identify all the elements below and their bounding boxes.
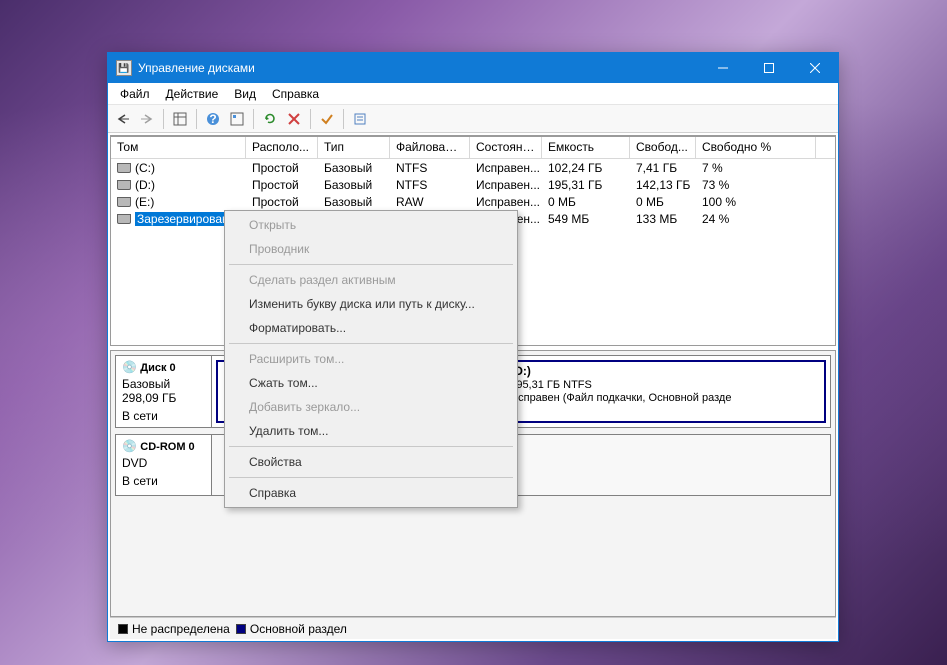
cell: 0 МБ bbox=[542, 195, 630, 209]
help-icon[interactable]: ? bbox=[202, 108, 224, 130]
cell: 73 % bbox=[696, 178, 816, 192]
disk-label: 💿 Диск 0Базовый298,09 ГБВ сети bbox=[116, 356, 212, 427]
delete-icon[interactable] bbox=[283, 108, 305, 130]
cell: Базовый bbox=[318, 195, 390, 209]
check-icon[interactable] bbox=[316, 108, 338, 130]
cell: 7,41 ГБ bbox=[630, 161, 696, 175]
cell: NTFS bbox=[390, 161, 470, 175]
ctx-delete[interactable]: Удалить том... bbox=[227, 419, 515, 443]
ctx-explorer[interactable]: Проводник bbox=[227, 237, 515, 261]
menu-help[interactable]: Справка bbox=[264, 85, 327, 103]
cell: (D:) bbox=[111, 178, 246, 192]
ctx-mirror[interactable]: Добавить зеркало... bbox=[227, 395, 515, 419]
ctx-format[interactable]: Форматировать... bbox=[227, 316, 515, 340]
close-button[interactable] bbox=[792, 53, 838, 83]
cell: 142,13 ГБ bbox=[630, 178, 696, 192]
menu-file[interactable]: Файл bbox=[112, 85, 158, 103]
cell: Исправен... bbox=[470, 195, 542, 209]
cell: Исправен... bbox=[470, 178, 542, 192]
legend: Не распределена Основной раздел bbox=[110, 617, 836, 639]
column-header[interactable]: Располо... bbox=[246, 137, 318, 158]
menu-view[interactable]: Вид bbox=[226, 85, 264, 103]
disk-label: 💿 CD-ROM 0DVDВ сети bbox=[116, 435, 212, 495]
column-header[interactable]: Том bbox=[111, 137, 246, 158]
cell: 195,31 ГБ bbox=[542, 178, 630, 192]
window-title: Управление дисками bbox=[138, 61, 700, 75]
context-menu: Открыть Проводник Сделать раздел активны… bbox=[224, 210, 518, 508]
column-header[interactable]: Тип bbox=[318, 137, 390, 158]
back-icon[interactable] bbox=[112, 108, 134, 130]
column-header[interactable]: Емкость bbox=[542, 137, 630, 158]
ctx-open[interactable]: Открыть bbox=[227, 213, 515, 237]
column-header[interactable]: Состояние bbox=[470, 137, 542, 158]
cell: Базовый bbox=[318, 161, 390, 175]
menu-action[interactable]: Действие bbox=[158, 85, 227, 103]
minimize-button[interactable] bbox=[700, 53, 746, 83]
cell: Исправен... bbox=[470, 161, 542, 175]
cell: Простой bbox=[246, 178, 318, 192]
cell: NTFS bbox=[390, 178, 470, 192]
ctx-help[interactable]: Справка bbox=[227, 481, 515, 505]
titlebar[interactable]: 💾 Управление дисками bbox=[108, 53, 838, 83]
volume-row[interactable]: (E:)ПростойБазовыйRAWИсправен...0 МБ0 МБ… bbox=[111, 193, 835, 210]
drive-icon bbox=[117, 163, 131, 173]
legend-primary: Основной раздел bbox=[236, 622, 347, 636]
ctx-props[interactable]: Свойства bbox=[227, 450, 515, 474]
ctx-letter[interactable]: Изменить букву диска или путь к диску... bbox=[227, 292, 515, 316]
legend-unallocated: Не распределена bbox=[118, 622, 230, 636]
cell: Базовый bbox=[318, 178, 390, 192]
svg-text:?: ? bbox=[209, 112, 216, 126]
forward-icon[interactable] bbox=[136, 108, 158, 130]
cell: 100 % bbox=[696, 195, 816, 209]
table-icon[interactable] bbox=[169, 108, 191, 130]
toolbar: ? bbox=[108, 105, 838, 133]
column-header[interactable]: Свобод... bbox=[630, 137, 696, 158]
cell: 0 МБ bbox=[630, 195, 696, 209]
properties-icon[interactable] bbox=[349, 108, 371, 130]
app-icon: 💾 bbox=[116, 60, 132, 76]
cell: 549 МБ bbox=[542, 212, 630, 226]
drive-icon bbox=[117, 180, 131, 190]
cell: (C:) bbox=[111, 161, 246, 175]
cell: 133 МБ bbox=[630, 212, 696, 226]
maximize-button[interactable] bbox=[746, 53, 792, 83]
volume-row[interactable]: (D:)ПростойБазовыйNTFSИсправен...195,31 … bbox=[111, 176, 835, 193]
ctx-extend[interactable]: Расширить том... bbox=[227, 347, 515, 371]
drive-icon bbox=[117, 197, 131, 207]
ctx-shrink[interactable]: Сжать том... bbox=[227, 371, 515, 395]
cell: 24 % bbox=[696, 212, 816, 226]
column-header[interactable]: Свободно % bbox=[696, 137, 816, 158]
ctx-active[interactable]: Сделать раздел активным bbox=[227, 268, 515, 292]
cell: 102,24 ГБ bbox=[542, 161, 630, 175]
cell: Простой bbox=[246, 195, 318, 209]
menubar: Файл Действие Вид Справка bbox=[108, 83, 838, 105]
cell: (E:) bbox=[111, 195, 246, 209]
refresh-icon[interactable] bbox=[259, 108, 281, 130]
cell: RAW bbox=[390, 195, 470, 209]
cell: 7 % bbox=[696, 161, 816, 175]
partition[interactable]: (D:)195,31 ГБ NTFSИсправен (Файл подкачк… bbox=[502, 360, 826, 423]
column-header[interactable]: Файловая с... bbox=[390, 137, 470, 158]
settings-icon[interactable] bbox=[226, 108, 248, 130]
cell: Простой bbox=[246, 161, 318, 175]
drive-icon bbox=[117, 214, 131, 224]
volume-row[interactable]: (C:)ПростойБазовыйNTFSИсправен...102,24 … bbox=[111, 159, 835, 176]
